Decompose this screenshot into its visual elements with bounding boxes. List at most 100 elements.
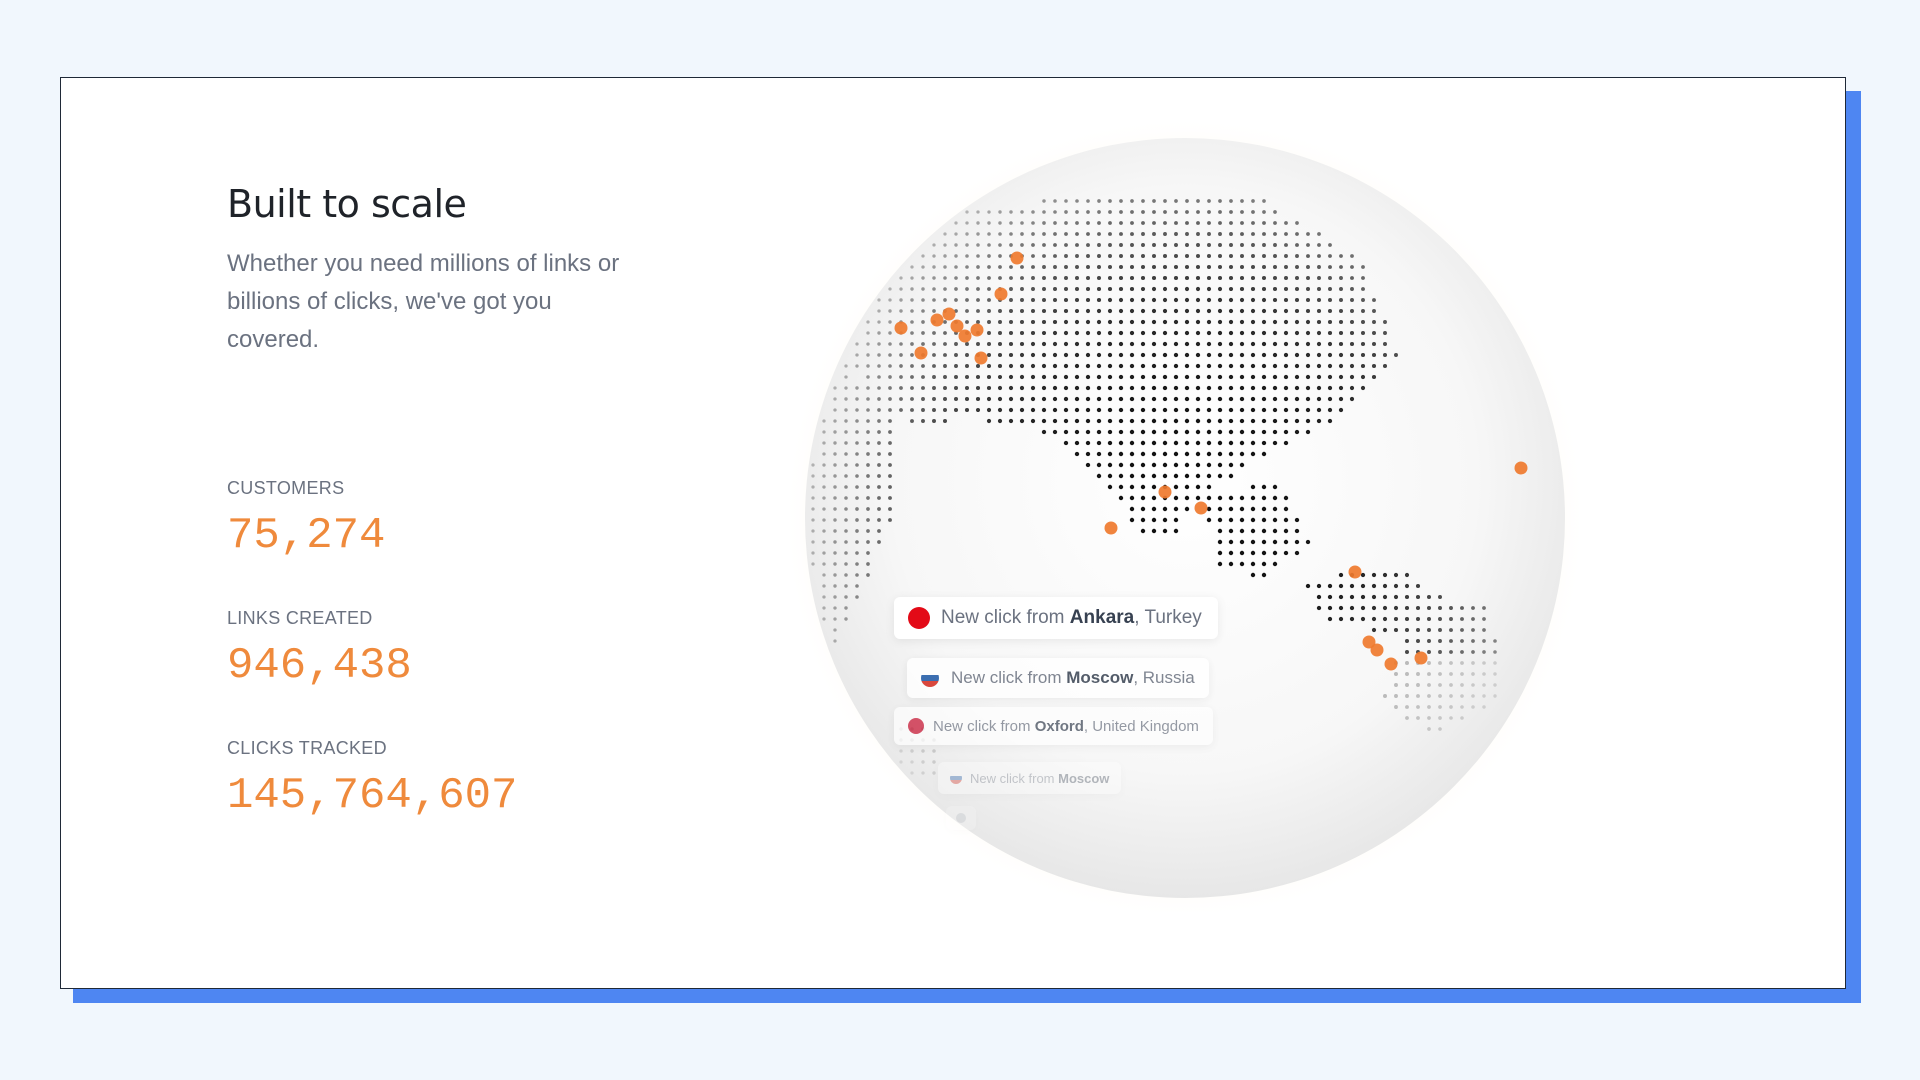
globe-dot	[1239, 451, 1245, 457]
globe-dot	[1184, 495, 1190, 501]
globe-dot	[1316, 341, 1322, 347]
globe-dot	[1306, 265, 1310, 269]
globe-dot	[1173, 396, 1179, 402]
globe-dot	[1317, 265, 1321, 269]
globe-dot	[1173, 286, 1179, 292]
globe-dot	[1206, 396, 1212, 402]
globe-dot	[1108, 210, 1112, 214]
globe-dot	[1371, 627, 1377, 633]
globe-dot	[1228, 528, 1234, 534]
globe-dot	[975, 363, 981, 369]
globe-dot	[921, 331, 925, 335]
globe-dot	[997, 352, 1003, 358]
globe-dot	[1482, 650, 1486, 654]
globe-dot	[1415, 627, 1421, 633]
globe-dot	[844, 386, 848, 390]
click-notification: New click from Moscow	[938, 762, 1122, 794]
globe-dot	[1438, 628, 1442, 632]
globe-dot	[1218, 232, 1222, 236]
globe-visual[interactable]	[701, 98, 1621, 978]
globe-dot	[1338, 319, 1344, 325]
globe-dot	[1471, 628, 1475, 632]
globe-dot	[1404, 583, 1410, 589]
globe-dot	[1327, 583, 1333, 589]
globe-dot	[1096, 451, 1102, 457]
globe-dot	[1140, 363, 1146, 369]
globe-dot	[1217, 385, 1223, 391]
globe-dot	[1196, 243, 1200, 247]
globe-dot	[1184, 319, 1190, 325]
globe-dot	[1382, 605, 1388, 611]
globe-dot	[910, 419, 914, 423]
globe-dot	[1382, 594, 1388, 600]
globe-dot	[1250, 440, 1256, 446]
globe-dot	[1272, 528, 1278, 534]
globe-dot	[1162, 451, 1168, 457]
globe-dot	[822, 584, 826, 588]
globe-dot	[855, 463, 859, 467]
globe-dot	[1129, 407, 1135, 413]
globe-dot	[1063, 297, 1069, 303]
globe-dot	[1185, 243, 1189, 247]
globe-dot	[1338, 330, 1344, 336]
globe-dot	[1063, 352, 1069, 358]
globe-dot	[1173, 528, 1179, 534]
click-hotspot	[1194, 501, 1208, 515]
globe-dot	[1151, 319, 1157, 325]
globe-dot	[1239, 462, 1245, 468]
globe-dot	[1349, 594, 1355, 600]
globe-dot	[1305, 385, 1311, 391]
globe-dot	[1217, 539, 1223, 545]
globe-dot	[1471, 639, 1475, 643]
globe-dot	[1383, 331, 1387, 335]
globe-dot	[1174, 210, 1178, 214]
globe-dot	[954, 375, 958, 379]
globe-dot	[1196, 221, 1200, 225]
globe-dot	[1019, 330, 1025, 336]
globe-dot	[822, 540, 826, 544]
globe-dot	[1075, 265, 1079, 269]
globe-dot	[1118, 330, 1124, 336]
globe-dot	[1404, 649, 1410, 655]
globe-dot	[1239, 440, 1245, 446]
globe-dot	[1173, 473, 1179, 479]
globe-dot	[1316, 418, 1322, 424]
globe-dot	[965, 320, 969, 324]
globe-dot	[1140, 528, 1146, 534]
globe-dot	[1052, 319, 1058, 325]
globe-dot	[1217, 451, 1223, 457]
globe-dot	[1020, 309, 1024, 313]
globe-dot	[1075, 199, 1079, 203]
globe-dot	[1217, 396, 1223, 402]
globe-dot	[1107, 451, 1113, 457]
globe-dot	[1261, 275, 1267, 281]
globe-dot	[1141, 232, 1145, 236]
globe-dot	[1195, 418, 1201, 424]
globe-dot	[1206, 451, 1212, 457]
globe-dot	[877, 320, 881, 324]
globe-dot	[1207, 199, 1211, 203]
globe-dot	[998, 320, 1002, 324]
globe-dot	[943, 397, 947, 401]
globe-dot	[866, 562, 870, 566]
globe-dot	[1250, 550, 1256, 556]
click-hotspot	[1104, 521, 1118, 535]
globe-dot	[1129, 385, 1135, 391]
globe-dot	[1273, 221, 1277, 225]
globe-dot	[866, 430, 870, 434]
globe-dot	[822, 551, 826, 555]
russia-flag-icon	[950, 772, 962, 784]
globe-dot	[1317, 254, 1321, 258]
globe-dot	[1438, 606, 1442, 610]
globe-dot	[1140, 275, 1146, 281]
globe-dot	[811, 551, 815, 555]
globe-dot	[1294, 429, 1300, 435]
globe-dot	[1174, 221, 1178, 225]
globe-dot	[1085, 374, 1091, 380]
globe-dot	[1217, 352, 1223, 358]
globe-dot	[1096, 275, 1102, 281]
globe-dot	[987, 210, 991, 214]
globe-dot	[932, 375, 936, 379]
globe-dot	[1063, 363, 1069, 369]
globe-dot	[954, 342, 958, 346]
